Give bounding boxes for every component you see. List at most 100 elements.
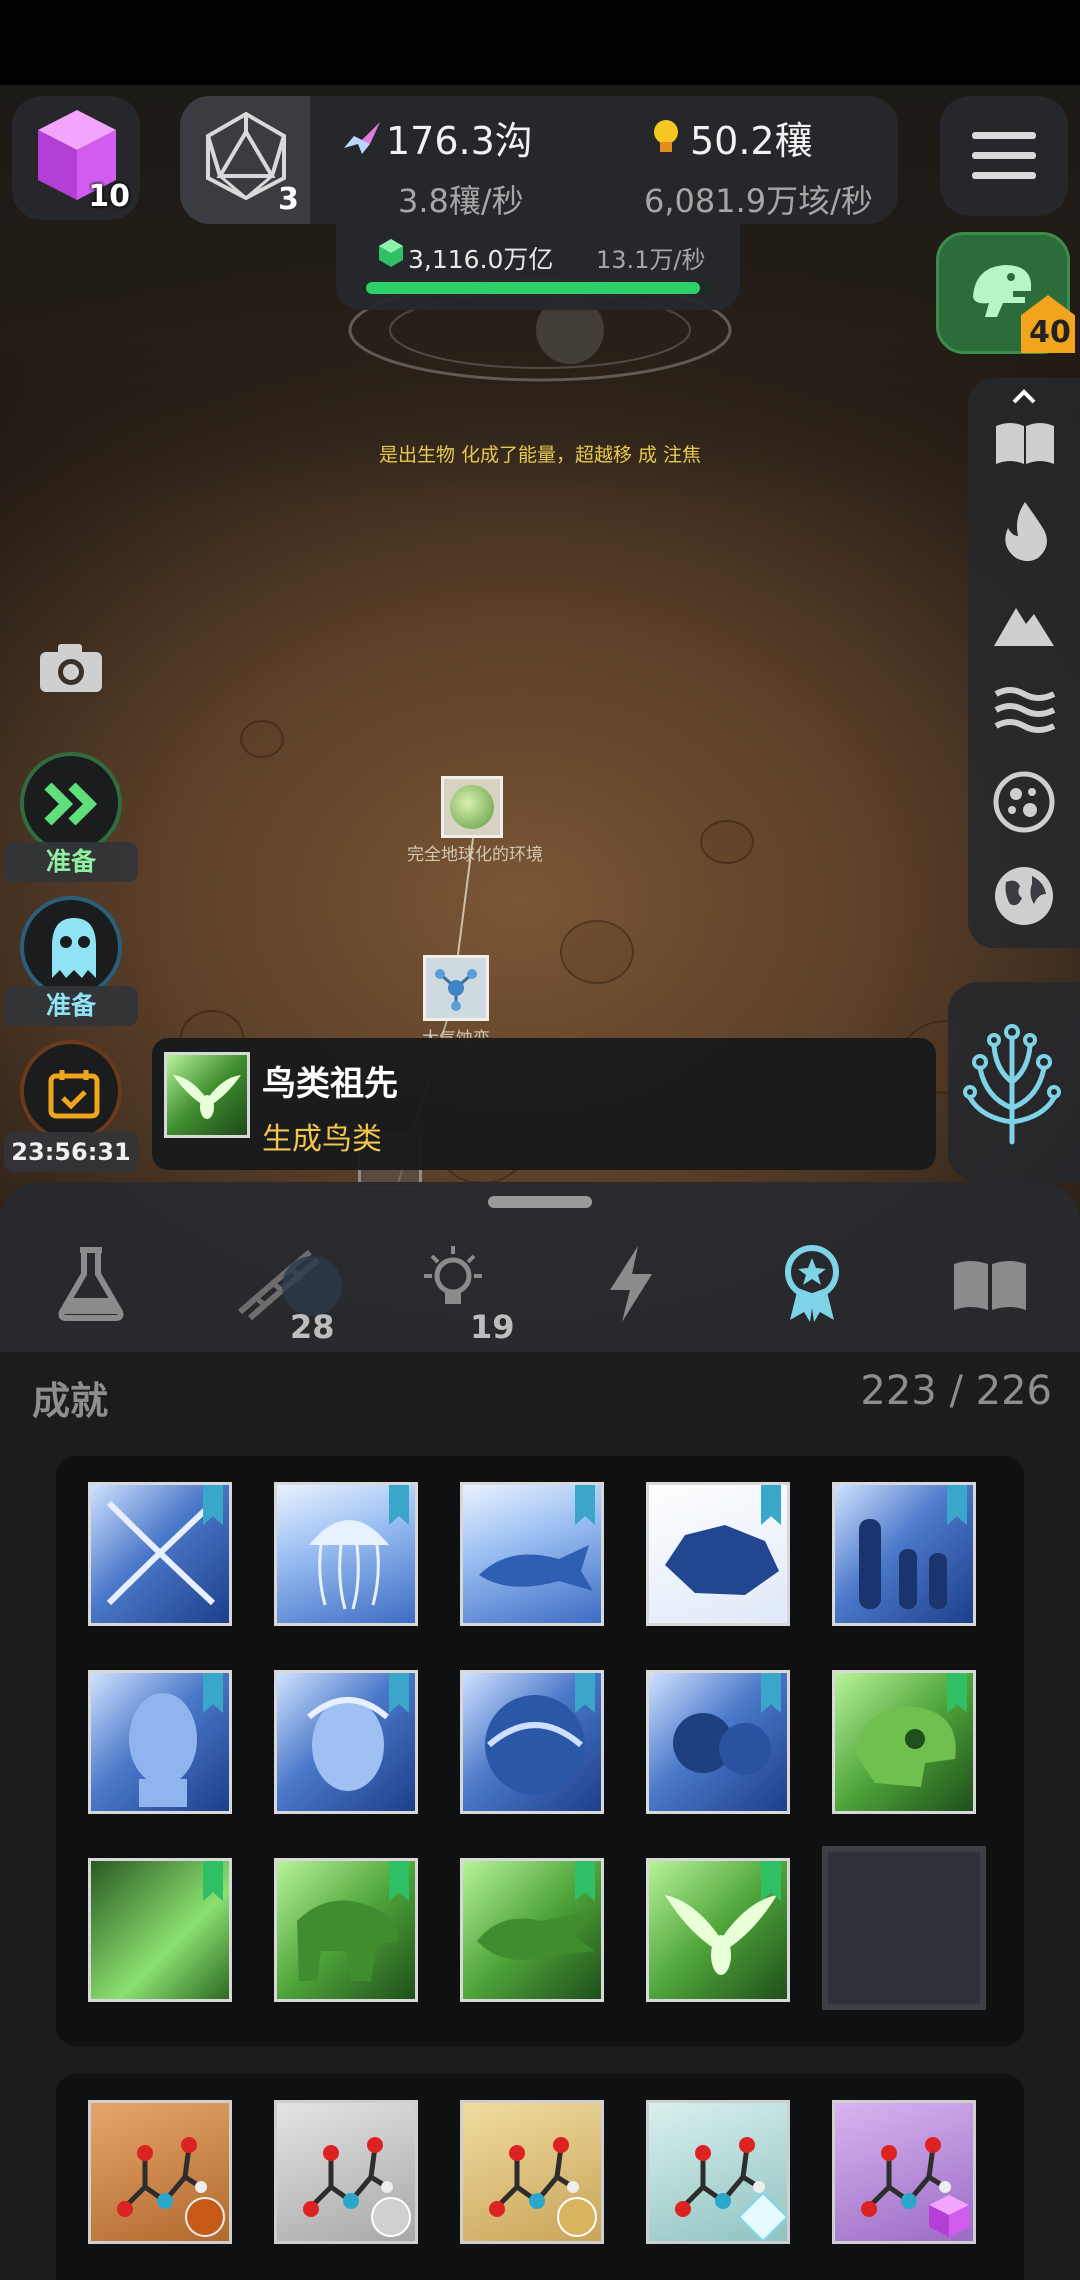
achievement-skull[interactable] (832, 1670, 976, 1814)
achievement-humans[interactable] (832, 1482, 976, 1626)
daily-timer: 23:56:31 (4, 1132, 138, 1172)
achievements-count: 223 / 226 (860, 1368, 1052, 1414)
molecule-silver[interactable] (274, 2100, 418, 2244)
molecule-bronze[interactable] (88, 2100, 232, 2244)
resource2-value: 50.2穰 (690, 119, 813, 163)
tab-ideas[interactable]: 19 (400, 1242, 530, 1352)
achievement-dna[interactable] (88, 1482, 232, 1626)
status-bar-area (0, 0, 1080, 85)
icosahedron-icon (206, 111, 286, 201)
tab-dna-orb (282, 1256, 342, 1316)
gem-progress-fill (366, 282, 700, 294)
crater (560, 920, 634, 984)
evolution-node-label: 完全地球化的环境 (407, 845, 543, 865)
camera-icon[interactable] (38, 640, 104, 694)
double-chevron-icon (44, 782, 98, 826)
achievement-cyber-face[interactable] (274, 1670, 418, 1814)
gem-progress-track (366, 282, 710, 294)
cell-icon[interactable] (992, 770, 1056, 834)
tab-lab[interactable] (40, 1242, 140, 1342)
crater (240, 720, 284, 758)
cube-count: 10 (88, 179, 130, 214)
resource1-value: 176.3沟 (386, 119, 533, 163)
achievement-bird[interactable] (646, 1858, 790, 2002)
mountain-icon[interactable] (992, 600, 1056, 648)
lightbulb-icon (654, 120, 678, 152)
fast-forward-button[interactable] (20, 752, 122, 854)
jellyfish-art (309, 1520, 389, 1610)
hamburger-icon (972, 132, 1036, 179)
molecule-icon (435, 969, 477, 1011)
d20-button[interactable]: 3 (180, 96, 310, 224)
silver-dna-badge (371, 2197, 411, 2237)
achievement-jellyfish[interactable] (274, 1482, 418, 1626)
gold-dna-badge (557, 2197, 597, 2237)
evolution-node-atmosphere[interactable] (423, 955, 489, 1021)
tab-bar: 28 19 (0, 1182, 1080, 1352)
purple-cube-badge (929, 2195, 969, 2237)
gem-progress-panel: 3,116.0万亿 13.1万/秒 (336, 224, 740, 310)
achievement-android[interactable] (88, 1670, 232, 1814)
menu-button[interactable] (940, 96, 1068, 216)
ghost-icon (52, 918, 96, 978)
ghost-status: 准备 (4, 986, 138, 1026)
achievements-title: 成就 (32, 1379, 109, 1423)
scene-hint-text: 是出生物 化成了能量，超越移 成 注焦 (378, 444, 702, 466)
ribbon-marker (203, 1673, 223, 1713)
tab-energy[interactable] (580, 1242, 680, 1342)
open-book-icon (954, 1261, 1026, 1310)
tree-icon (963, 1024, 1061, 1145)
globe-icon[interactable] (992, 864, 1056, 928)
face-art (307, 1697, 389, 1791)
right-tool-rail (968, 378, 1080, 948)
book-icon[interactable] (994, 418, 1056, 466)
molecule-cube[interactable] (832, 2100, 976, 2244)
tab-dna[interactable]: 28 (220, 1242, 350, 1352)
daily-reward-button[interactable] (20, 1040, 122, 1142)
achievement-sea-creature[interactable] (460, 1482, 604, 1626)
toast-bird-thumbnail (164, 1052, 250, 1138)
crocodile-art (477, 1911, 595, 1960)
flask-icon (58, 1247, 124, 1321)
gem-value: 3,116.0万亿 (408, 245, 554, 274)
ghost-ability-button[interactable] (20, 896, 122, 998)
tab-ideas-badge: 19 (470, 1308, 515, 1346)
achievement-toast[interactable]: 鸟类祖先 生成鸟类 (152, 1038, 936, 1170)
resource2-rate: 6,081.9万垓/秒 (644, 182, 873, 220)
achievement-lions[interactable] (646, 1670, 790, 1814)
achievement-crocodile[interactable] (460, 1858, 604, 2002)
toast-title: 鸟类祖先 (262, 1064, 398, 1104)
molecule-diamond[interactable] (646, 2100, 790, 2244)
award-ribbon-icon (785, 1245, 839, 1322)
achievement-planet-orb[interactable] (460, 1670, 604, 1814)
face-art (129, 1693, 197, 1807)
rocket-icon (344, 122, 380, 154)
tab-achievements[interactable] (760, 1242, 860, 1342)
achievement-rock[interactable] (646, 1482, 790, 1626)
tab-codex[interactable] (940, 1242, 1040, 1342)
fire-icon[interactable] (998, 500, 1052, 564)
ribbon-marker (389, 1485, 409, 1525)
dinosaur-era-button[interactable]: 40 (936, 232, 1075, 354)
gem-rate: 13.1万/秒 (596, 246, 706, 274)
chevron-up-icon[interactable] (1012, 388, 1036, 404)
era-level-value: 40 (1029, 315, 1071, 350)
evolution-tree-button[interactable] (948, 982, 1080, 1182)
achievement-dinosaur[interactable] (274, 1858, 418, 2002)
ribbon-marker (203, 1861, 223, 1901)
calendar-check-icon (48, 1070, 100, 1119)
achievement-green-light[interactable] (88, 1858, 232, 2002)
planet-thumbnail (450, 785, 494, 829)
fish-art (479, 1545, 593, 1591)
lightning-icon (610, 1246, 652, 1322)
tab-dna-badge: 28 (290, 1308, 335, 1346)
bronze-dna-badge (185, 2197, 225, 2237)
sheet-drag-handle[interactable] (488, 1196, 592, 1208)
waves-icon[interactable] (994, 684, 1056, 736)
cube-currency-button[interactable]: 10 (12, 96, 140, 220)
achievement-locked-slot[interactable] (822, 1846, 986, 2010)
resource1-rate: 3.8穰/秒 (398, 182, 524, 220)
crater (700, 820, 754, 864)
evolution-node-terraformed[interactable] (441, 776, 503, 838)
molecule-gold[interactable] (460, 2100, 604, 2244)
